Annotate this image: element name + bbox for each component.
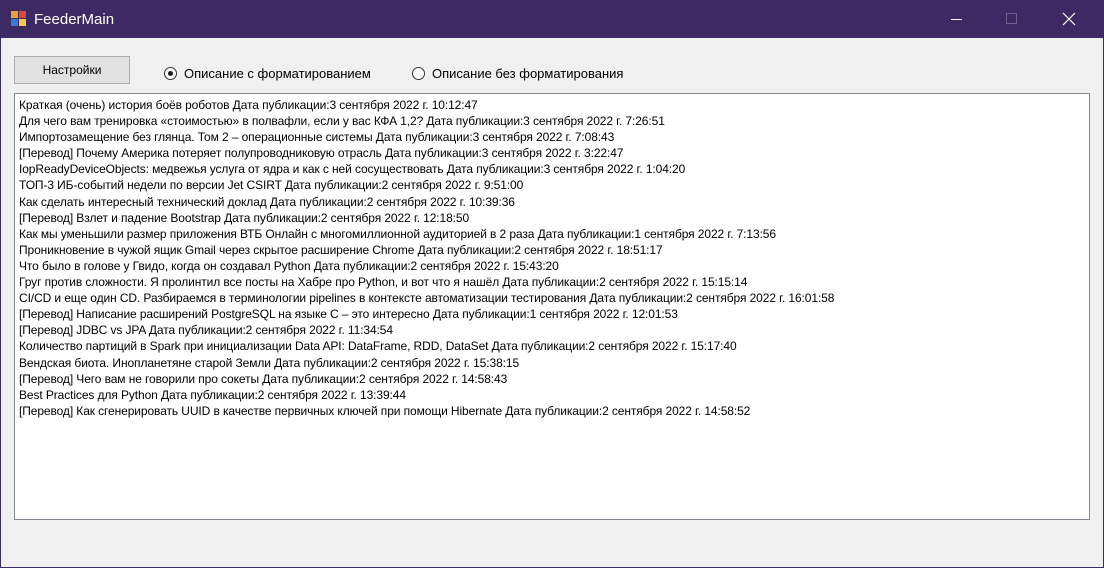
list-item[interactable]: Best Practices для Python Дата публикаци… bbox=[19, 387, 1089, 403]
list-item[interactable]: [Перевод] Написание расширений PostgreSQ… bbox=[19, 306, 1089, 322]
list-item[interactable]: [Перевод] JDBC vs JPA Дата публикации:2 … bbox=[19, 322, 1089, 338]
list-item[interactable]: [Перевод] Почему Америка потеряет полупр… bbox=[19, 145, 1089, 161]
list-item[interactable]: Краткая (очень) история боёв роботов Дат… bbox=[19, 97, 1089, 113]
app-icon bbox=[11, 11, 27, 27]
list-item[interactable]: Проникновение в чужой ящик Gmail через с… bbox=[19, 242, 1089, 258]
close-button[interactable] bbox=[1046, 1, 1092, 38]
main-window: FeederMain Настройки Описание с форматир… bbox=[0, 0, 1104, 568]
list-item[interactable]: ТОП-3 ИБ-событий недели по версии Jet CS… bbox=[19, 177, 1089, 193]
radio-circle[interactable] bbox=[164, 66, 177, 80]
list-item[interactable]: Как сделать интересный технический докла… bbox=[19, 194, 1089, 210]
list-item[interactable]: CI/CD и еще один CD. Разбираемся в терми… bbox=[19, 290, 1089, 306]
close-icon bbox=[1062, 12, 1076, 26]
list-item[interactable]: Как мы уменьшили размер приложения ВТБ О… bbox=[19, 226, 1089, 242]
list-item[interactable]: [Перевод] Взлет и падение Bootstrap Дата… bbox=[19, 210, 1089, 226]
feed-list: Краткая (очень) история боёв роботов Дат… bbox=[15, 94, 1089, 419]
settings-button[interactable]: Настройки bbox=[14, 56, 130, 84]
minimize-icon bbox=[951, 19, 962, 20]
list-item[interactable]: [Перевод] Как сгенерировать UUID в качес… bbox=[19, 403, 1089, 419]
list-item[interactable]: Вендская биота. Инопланетяне старой Земл… bbox=[19, 355, 1089, 371]
window-title: FeederMain bbox=[34, 11, 115, 28]
radio-plain[interactable]: Описание без форматирования bbox=[412, 65, 623, 81]
radio-formatted[interactable]: Описание с форматированием bbox=[164, 65, 371, 81]
list-item[interactable]: Груг против сложности. Я пролинтил все п… bbox=[19, 274, 1089, 290]
maximize-icon bbox=[1006, 13, 1017, 24]
list-item[interactable]: IopReadyDeviceObjects: медвежья услуга о… bbox=[19, 161, 1089, 177]
list-item[interactable]: Что было в голове у Гвидо, когда он созд… bbox=[19, 258, 1089, 274]
list-item[interactable]: Для чего вам тренировка «стоимостью» в п… bbox=[19, 113, 1089, 129]
list-item[interactable]: Импортозамещение без глянца. Том 2 – опе… bbox=[19, 129, 1089, 145]
list-item[interactable]: [Перевод] Чего вам не говорили про сокет… bbox=[19, 371, 1089, 387]
list-item[interactable]: Количество партиций в Spark при инициали… bbox=[19, 338, 1089, 354]
radio-circle[interactable] bbox=[412, 66, 425, 80]
title-bar[interactable]: FeederMain bbox=[1, 1, 1103, 38]
maximize-button bbox=[988, 1, 1034, 38]
radio-selected-dot bbox=[168, 70, 173, 76]
feed-listbox[interactable]: Краткая (очень) история боёв роботов Дат… bbox=[14, 93, 1090, 520]
radio-plain-label: Описание без форматирования bbox=[432, 65, 624, 81]
minimize-button[interactable] bbox=[933, 1, 979, 38]
radio-formatted-label: Описание с форматированием bbox=[184, 65, 371, 81]
